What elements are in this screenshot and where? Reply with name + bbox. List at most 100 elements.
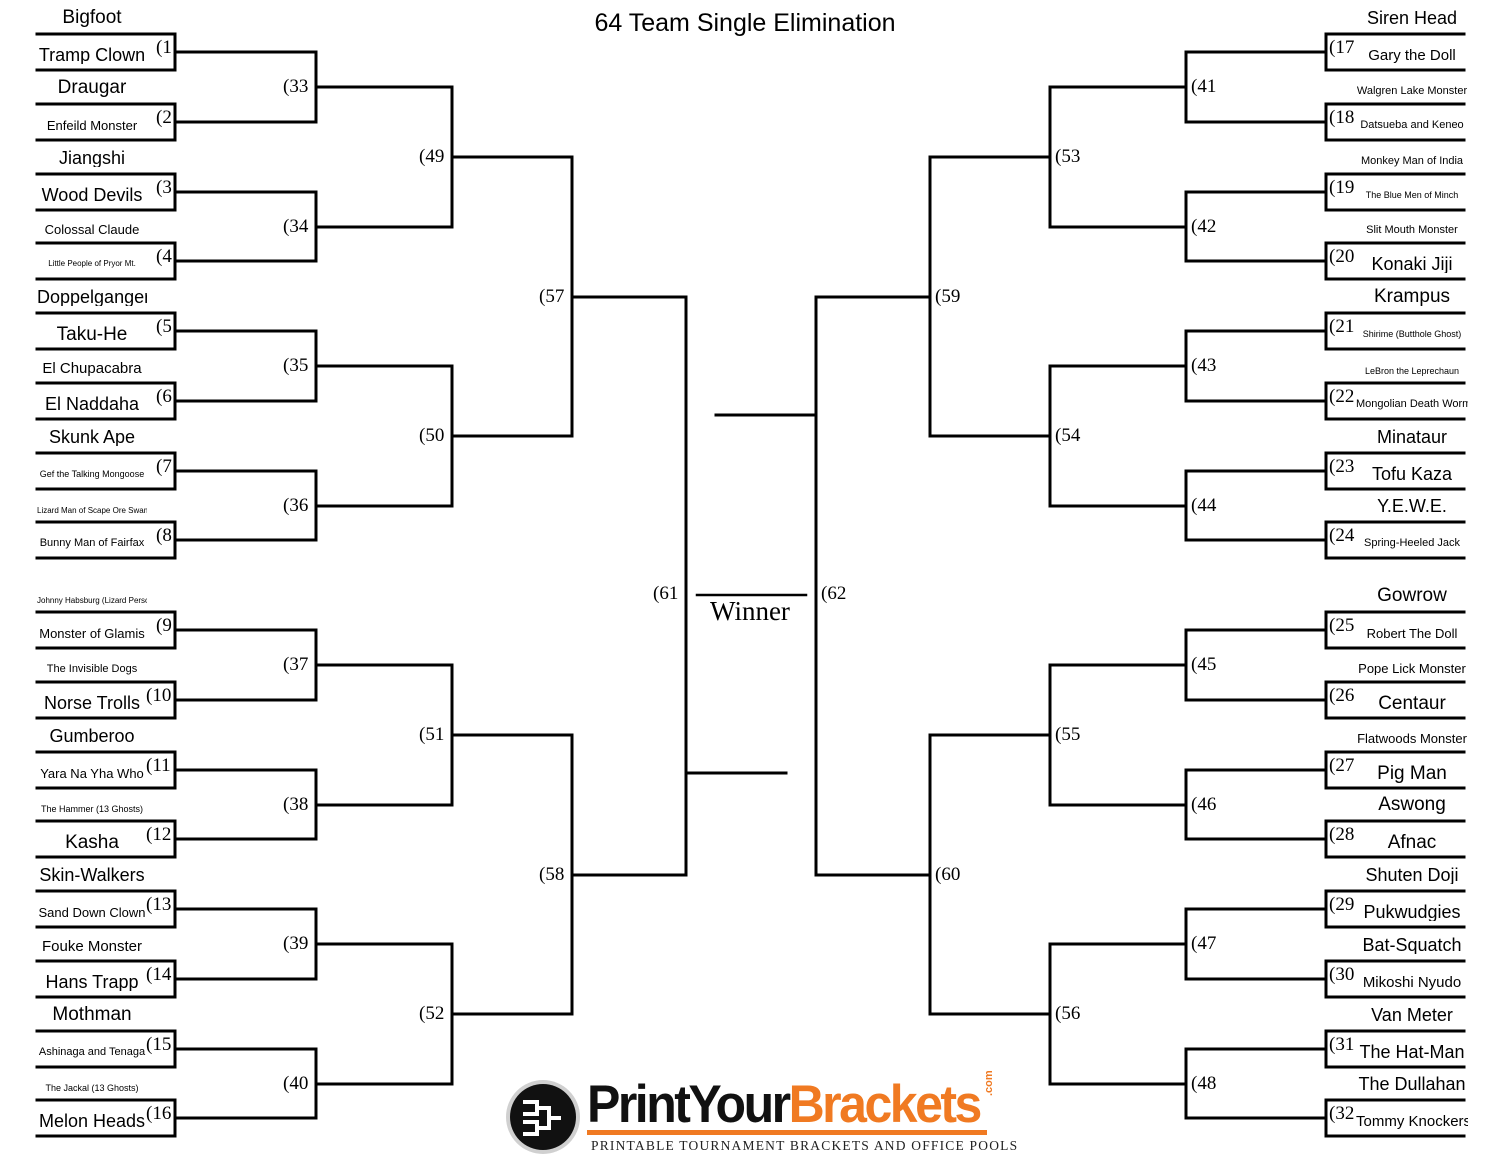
team-name-bottom[interactable]: Gef the Talking Mongoose [37,470,147,479]
seed-label: (15 [146,1034,172,1055]
team-name-bottom[interactable]: Datsueba and Keneo [1356,120,1468,131]
team-name-bottom[interactable]: Tramp Clown [37,46,147,64]
team-name-top[interactable]: Colossal Claude [37,223,147,236]
logo-underline [587,1130,987,1135]
team-name-top[interactable]: Bat-Squatch [1356,936,1468,954]
team-name-bottom[interactable]: Monster of Glamis [37,627,147,640]
team-name-top[interactable]: Johnny Habsburg (Lizard Person) [37,597,147,605]
team-name-bottom[interactable]: Melon Heads [37,1112,147,1130]
team-name-bottom[interactable]: Sand Down Clown [37,906,147,919]
team-name-top[interactable]: Lizard Man of Scape Ore Swamp [37,507,147,515]
seed-label: (17 [1329,37,1355,58]
team-name-top[interactable]: Skunk Ape [37,428,147,446]
team-name-top[interactable]: The Dullahan [1356,1075,1468,1093]
team-name-top[interactable]: Jiangshi [37,149,147,167]
match-number: (38 [283,794,309,815]
team-name-bottom[interactable]: Bunny Man of Fairfax [37,538,147,549]
team-name-top[interactable]: Siren Head [1356,9,1468,27]
team-name-top[interactable]: Shuten Doji [1356,866,1468,884]
team-name-bottom[interactable]: Robert The Doll [1356,627,1468,640]
team-name-bottom[interactable]: Gary the Doll [1356,48,1468,63]
team-name-top[interactable]: Flatwoods Monster [1356,732,1468,745]
match-number: (42 [1191,216,1217,237]
logo-domain-suffix: .com [983,1070,995,1096]
seed-label: (31 [1329,1034,1355,1055]
team-name-bottom[interactable]: El Naddaha [37,395,147,413]
match-number: (48 [1191,1073,1217,1094]
seed-label: (2 [156,107,172,128]
team-name-bottom[interactable]: Kasha [37,833,147,852]
team-name-top[interactable]: Gumberoo [37,727,147,745]
team-name-top[interactable]: Monkey Man of India [1356,156,1468,167]
match-number: (51 [419,724,445,745]
match-number: (49 [419,146,445,167]
team-name-top[interactable]: Doppelganger [37,288,147,306]
team-name-top[interactable]: Mothman [37,1005,147,1024]
team-name-bottom[interactable]: Taku-He [37,325,147,344]
team-name-top[interactable]: Van Meter [1356,1006,1468,1024]
team-name-top[interactable]: Gowrow [1356,586,1468,605]
seed-label: (25 [1329,615,1355,636]
seed-label: (10 [146,685,172,706]
team-name-bottom[interactable]: Ashinaga and Tenaga [37,1047,147,1058]
team-name-bottom[interactable]: Wood Devils [37,186,147,204]
team-name-top[interactable]: Bigfoot [37,8,147,27]
team-name-bottom[interactable]: Pukwudgies [1356,903,1468,921]
seed-label: (8 [156,525,172,546]
seed-label: (20 [1329,246,1355,267]
team-name-top[interactable]: Minataur [1356,428,1468,446]
team-name-bottom[interactable]: Little People of Pryor Mt. [37,260,147,268]
match-number: (56 [1055,1003,1081,1024]
seed-label: (16 [146,1103,172,1124]
team-name-top[interactable]: Aswong [1356,795,1468,814]
match-number: (57 [539,286,565,307]
match-number: (46 [1191,794,1217,815]
team-name-bottom[interactable]: Yara Na Yha Who [37,767,147,780]
seed-label: (1 [156,37,172,58]
team-name-bottom[interactable]: Konaki Jiji [1356,255,1468,273]
printyourbrackets-logo[interactable]: PrintYourBrackets .com PRINTABLE TOURNAM… [505,1070,1017,1158]
team-name-bottom[interactable]: Norse Trolls [37,694,147,712]
team-name-top[interactable]: Skin-Walkers [37,866,147,884]
team-name-top[interactable]: Draugar [37,78,147,97]
seed-label: (27 [1329,755,1355,776]
team-name-top[interactable]: Pope Lick Monster [1356,662,1468,675]
match-number: (33 [283,76,309,97]
team-name-bottom[interactable]: Mikoshi Nyudo [1356,975,1468,990]
team-name-bottom[interactable]: Spring-Heeled Jack [1356,538,1468,549]
match-number: (53 [1055,146,1081,167]
team-name-bottom[interactable]: The Hat-Man [1356,1043,1468,1061]
team-name-bottom[interactable]: Pig Man [1356,764,1468,783]
team-name-top[interactable]: The Invisible Dogs [37,664,147,675]
team-name-bottom[interactable]: Mongolian Death Worm [1356,399,1468,410]
seed-label: (12 [146,824,172,845]
match-number: (39 [283,933,309,954]
team-name-bottom[interactable]: Hans Trapp [37,973,147,991]
team-name-top[interactable]: LeBron the Leprechaun [1356,367,1468,376]
team-name-bottom[interactable]: Tommy Knockers [1356,1114,1468,1129]
seed-label: (32 [1329,1103,1355,1124]
team-name-bottom[interactable]: Tofu Kaza [1356,465,1468,483]
team-name-top[interactable]: Slit Mouth Monster [1356,225,1468,236]
team-name-bottom[interactable]: Enfeild Monster [37,119,147,132]
team-name-top[interactable]: The Jackal (13 Ghosts) [37,1084,147,1093]
match-number: (35 [283,355,309,376]
match-number: (55 [1055,724,1081,745]
team-name-top[interactable]: The Hammer (13 Ghosts) [37,805,147,814]
team-name-bottom[interactable]: Centaur [1356,694,1468,713]
team-name-top[interactable]: Walgren Lake Monster [1356,86,1468,97]
team-name-bottom[interactable]: Afnac [1356,833,1468,852]
team-name-top[interactable]: Krampus [1356,287,1468,306]
seed-label: (21 [1329,316,1355,337]
team-name-top[interactable]: Y.E.W.E. [1356,497,1468,515]
bracket-lines [35,32,1466,1138]
seed-label: (11 [146,755,171,776]
match-number: (61 [653,583,679,604]
team-name-top[interactable]: Fouke Monster [37,939,147,954]
match-number: (37 [283,654,309,675]
seed-label: (19 [1329,177,1355,198]
team-name-bottom[interactable]: The Blue Men of Minch [1356,191,1468,200]
team-name-bottom[interactable]: Shirime (Butthole Ghost) [1356,330,1468,339]
seed-label: (18 [1329,107,1355,128]
team-name-top[interactable]: El Chupacabra [37,361,147,376]
